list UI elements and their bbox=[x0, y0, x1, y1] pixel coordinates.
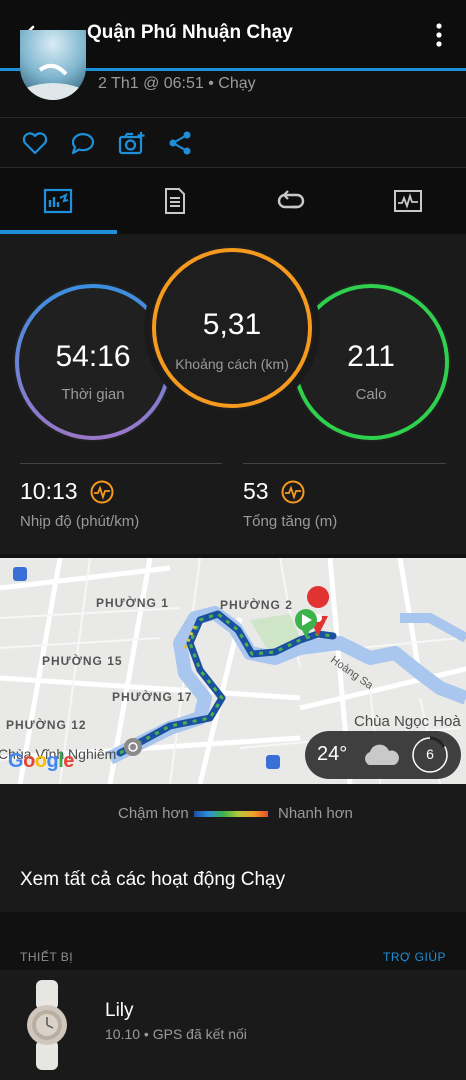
legend-fast-label: Nhanh hơn bbox=[278, 805, 353, 822]
pace-metric: 10:13 Nhịp độ (phút/km) bbox=[20, 478, 139, 530]
pace-label: Nhịp độ (phút/km) bbox=[20, 513, 140, 530]
distance-value: 5,31 bbox=[202, 308, 262, 341]
map-place-label: Chùa Ngọc Hoà bbox=[354, 713, 461, 730]
elevation-label: Tổng tăng (m) bbox=[243, 513, 338, 530]
devices-section-title: THIẾT BỊ bbox=[20, 950, 74, 964]
time-label: Thời gian bbox=[61, 386, 125, 403]
summary-chart-icon bbox=[43, 188, 73, 214]
stats-graph-icon bbox=[394, 190, 422, 212]
distance-circle: 5,31 Khoảng cách (km) bbox=[150, 246, 314, 410]
uv-index-value: 6 bbox=[426, 746, 434, 762]
comment-icon[interactable] bbox=[69, 130, 97, 156]
pace-gradient-bar bbox=[194, 811, 268, 817]
heart-icon[interactable] bbox=[21, 130, 49, 156]
heart-rate-icon[interactable] bbox=[281, 480, 305, 504]
legend-slow-label: Chậm hơn bbox=[118, 805, 189, 822]
tab-laps[interactable] bbox=[233, 168, 349, 234]
divider bbox=[243, 463, 446, 464]
time-circle: 54:16 Thời gian bbox=[13, 282, 173, 442]
pace-value: 10:13 bbox=[20, 478, 78, 504]
pace-legend: Chậm hơn Nhanh hơn bbox=[0, 784, 466, 844]
device-status: 10.10 • GPS đã kết nối bbox=[105, 1026, 247, 1042]
map-label: PHƯỜNG 17 bbox=[112, 690, 193, 704]
devices-section-header: THIẾT BỊ TRỢ GIÚP bbox=[0, 912, 466, 970]
map-label: PHƯỜNG 2 bbox=[220, 598, 293, 612]
page-title: Quận Phú Nhuận Chạy bbox=[87, 22, 293, 43]
heart-rate-icon[interactable] bbox=[90, 480, 114, 504]
watch-icon bbox=[27, 980, 67, 1070]
distance-label: Khoảng cách (km) bbox=[175, 356, 289, 372]
calories-value: 211 bbox=[347, 340, 395, 373]
help-link[interactable]: TRỢ GIÚP bbox=[383, 950, 446, 964]
device-name: Lily bbox=[105, 1000, 134, 1021]
device-row[interactable]: Lily 10.10 • GPS đã kết nối bbox=[0, 970, 466, 1080]
camera-add-icon[interactable] bbox=[118, 130, 146, 156]
calories-circle: 211 Calo bbox=[291, 282, 451, 442]
tab-details[interactable] bbox=[116, 168, 232, 234]
elevation-metric: 53 Tổng tăng (m) bbox=[243, 478, 337, 530]
activity-date-type: 2 Th1 @ 06:51 • Chạy bbox=[98, 75, 256, 92]
cloud-icon bbox=[365, 744, 399, 765]
view-all-label: Xem tất cả các hoạt động Chạy bbox=[20, 869, 286, 890]
weather-badge[interactable]: 24° 6 bbox=[305, 731, 461, 779]
divider bbox=[20, 463, 222, 464]
stats-panel: 54:16 Thời gian 211 Calo 5,31 Khoảng các… bbox=[0, 234, 466, 554]
tab-stats[interactable] bbox=[350, 168, 466, 234]
action-bar bbox=[0, 118, 466, 168]
more-options-icon[interactable] bbox=[428, 20, 450, 50]
details-list-icon bbox=[165, 188, 185, 214]
tab-bar bbox=[0, 168, 466, 234]
elevation-value: 53 bbox=[243, 478, 269, 504]
temperature: 24° bbox=[317, 743, 348, 765]
map-label: PHƯỜNG 1 bbox=[96, 596, 169, 610]
route-map[interactable]: PHƯỜNG 1 PHƯỜNG 2 PHƯỜNG 15 PHƯỜNG 17 PH… bbox=[0, 558, 466, 784]
share-icon[interactable] bbox=[167, 130, 195, 156]
tab-summary[interactable] bbox=[0, 168, 116, 234]
map-label: PHƯỜNG 15 bbox=[42, 654, 123, 668]
calories-label: Calo bbox=[355, 386, 387, 403]
laps-icon bbox=[277, 190, 305, 209]
view-all-activities-link[interactable]: Xem tất cả các hoạt động Chạy bbox=[0, 844, 466, 912]
time-value: 54:16 bbox=[55, 340, 131, 373]
map-label: PHƯỜNG 12 bbox=[6, 718, 87, 732]
avatar[interactable] bbox=[20, 30, 86, 100]
google-logo: Google bbox=[8, 750, 74, 772]
